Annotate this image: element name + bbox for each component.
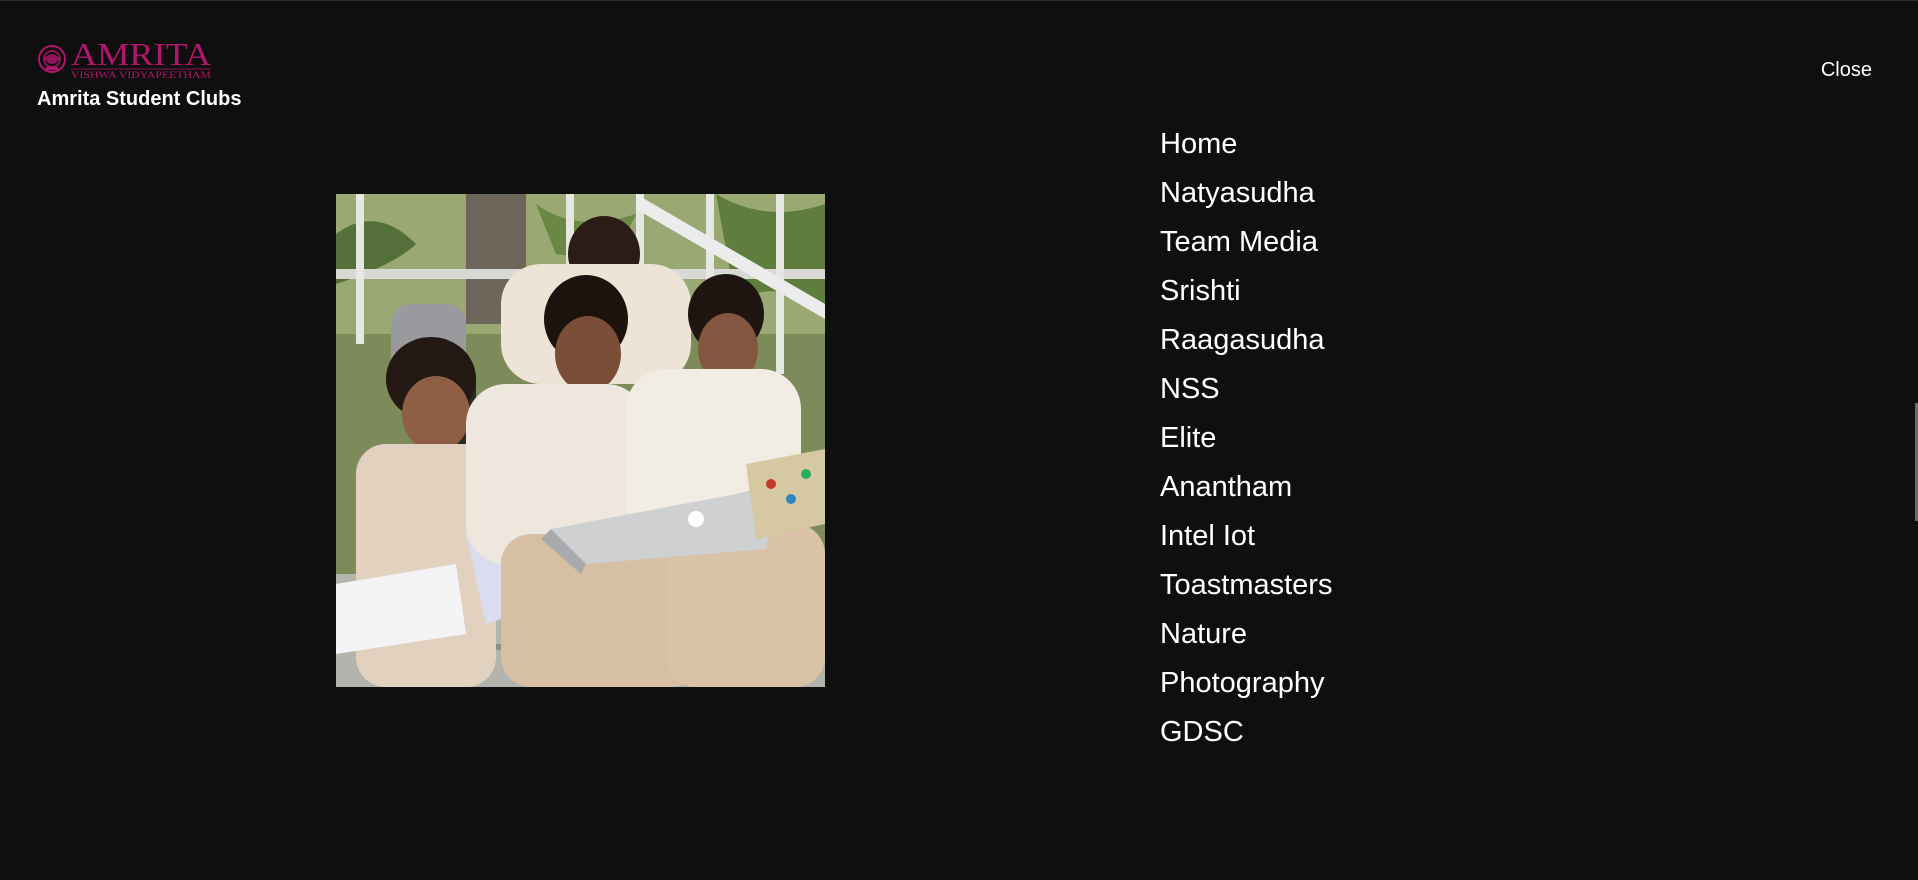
- brand[interactable]: AMRITA VISHWA VIDYAPEETHAM Amrita Studen…: [37, 37, 241, 111]
- nav-item-srishti[interactable]: Srishti: [1160, 270, 1332, 319]
- menu-overlay: AMRITA VISHWA VIDYAPEETHAM Amrita Studen…: [0, 0, 1918, 880]
- students-photo: [336, 194, 825, 687]
- nav-item-natyasudha[interactable]: Natyasudha: [1160, 172, 1332, 221]
- svg-text:AMRITA: AMRITA: [71, 37, 211, 72]
- nav-item-anantham[interactable]: Anantham: [1160, 466, 1332, 515]
- nav-item-raagasudha[interactable]: Raagasudha: [1160, 319, 1332, 368]
- nav-item-team-media[interactable]: Team Media: [1160, 221, 1332, 270]
- nav-item-toastmasters[interactable]: Toastmasters: [1160, 564, 1332, 613]
- nav-item-elite[interactable]: Elite: [1160, 417, 1332, 466]
- amrita-logo: AMRITA VISHWA VIDYAPEETHAM: [38, 37, 211, 80]
- close-button[interactable]: Close: [1821, 59, 1872, 82]
- nav-item-gdsc[interactable]: GDSC: [1160, 711, 1332, 760]
- svg-text:VISHWA VIDYAPEETHAM: VISHWA VIDYAPEETHAM: [71, 70, 211, 80]
- nav-item-home[interactable]: Home: [1160, 123, 1332, 172]
- nav-item-intel-iot[interactable]: Intel Iot: [1160, 515, 1332, 564]
- nav-item-nss[interactable]: NSS: [1160, 368, 1332, 417]
- site-title: Amrita Student Clubs: [37, 88, 242, 110]
- main-nav: Home Natyasudha Team Media Srishti Raaga…: [1160, 123, 1332, 760]
- nav-item-nature[interactable]: Nature: [1160, 613, 1332, 662]
- nav-item-photography[interactable]: Photography: [1160, 662, 1332, 711]
